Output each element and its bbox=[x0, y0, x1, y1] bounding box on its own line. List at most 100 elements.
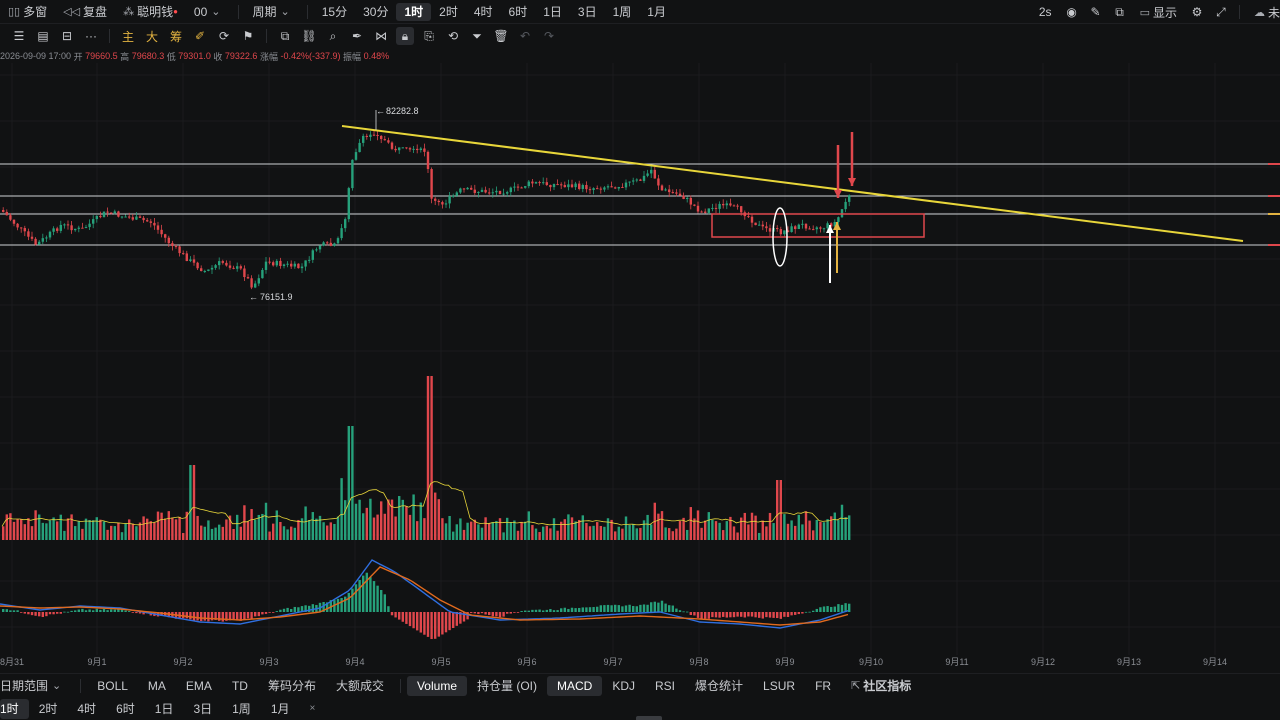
sub-indicator-6[interactable]: LSUR bbox=[753, 676, 805, 696]
sub-indicator-4[interactable]: RSI bbox=[645, 676, 685, 696]
date-range-dropdown[interactable]: 日期范围 ⌄ bbox=[0, 676, 74, 696]
bottom-timeframe-6[interactable]: 1周 bbox=[222, 699, 261, 719]
volume-bar bbox=[5, 514, 8, 540]
bottom-timeframe-3[interactable]: 6时 bbox=[106, 699, 145, 719]
display-button[interactable]: ▭ 显示 bbox=[1132, 0, 1185, 24]
camera-icon[interactable]: ◉ bbox=[1063, 3, 1081, 21]
chip-button[interactable]: 筹 bbox=[167, 27, 185, 45]
expand-icon[interactable]: ⤢ bbox=[1212, 3, 1230, 21]
timeframe-2[interactable]: 1时 bbox=[396, 2, 432, 21]
community-indicators-button[interactable]: ⇱ 社区指标 bbox=[841, 676, 921, 696]
candle-body bbox=[480, 189, 484, 192]
compare-icon[interactable]: ⊟ bbox=[58, 27, 76, 45]
infinity-dropdown[interactable]: 00 ⌄ bbox=[186, 0, 232, 24]
pen-icon[interactable]: ✎ bbox=[1087, 3, 1105, 21]
volume-bar bbox=[232, 528, 235, 540]
volume-bar bbox=[761, 520, 764, 540]
period-dropdown[interactable]: 周期 ⌄ bbox=[245, 0, 301, 24]
timeframe-8[interactable]: 1周 bbox=[605, 0, 640, 24]
close-button[interactable]: × bbox=[300, 699, 326, 719]
volume-bar bbox=[549, 528, 552, 540]
multi-window-button[interactable]: ▯▯ 多窗 bbox=[0, 0, 55, 24]
signal-icon[interactable]: ⚑ bbox=[239, 27, 257, 45]
candle-body bbox=[765, 226, 768, 229]
lock-icon[interactable]: 🔒︎ bbox=[396, 27, 414, 45]
redo-icon[interactable]: ↷ bbox=[540, 27, 558, 45]
copy-icon[interactable]: ⧉ bbox=[276, 27, 294, 45]
sub-indicator-7[interactable]: FR bbox=[805, 676, 841, 696]
timeframe-0[interactable]: 15分 bbox=[314, 0, 355, 24]
bottom-timeframe-2[interactable]: 4时 bbox=[67, 699, 106, 719]
smart-money-button[interactable]: ⁂ 聪明钱 ● bbox=[115, 0, 186, 24]
trash-icon[interactable]: 🗑︎ bbox=[492, 27, 510, 45]
replay-button[interactable]: ◁◁ 复盘 bbox=[55, 0, 115, 24]
macd-histogram-bar bbox=[34, 612, 37, 616]
main-force-button[interactable]: 主 bbox=[119, 27, 137, 45]
undo-icon[interactable]: ↶ bbox=[516, 27, 534, 45]
brush-icon[interactable]: ✒ bbox=[348, 27, 366, 45]
resize-handle[interactable] bbox=[636, 716, 662, 720]
macd-histogram-bar bbox=[596, 606, 599, 612]
indicator-2[interactable]: EMA bbox=[176, 676, 222, 696]
indicator-5[interactable]: 大额成交 bbox=[326, 676, 394, 696]
sub-indicator-5[interactable]: 爆仓统计 bbox=[685, 676, 753, 696]
macd-histogram-bar bbox=[423, 612, 426, 635]
macd-histogram-bar bbox=[27, 612, 30, 615]
indicator-0[interactable]: BOLL bbox=[87, 676, 138, 696]
indicator-4[interactable]: 筹码分布 bbox=[258, 676, 326, 696]
link-icon[interactable]: ⛓ bbox=[300, 27, 318, 45]
bottom-timeframe-7[interactable]: 1月 bbox=[261, 699, 300, 719]
bottom-timeframe-1[interactable]: 2时 bbox=[29, 699, 68, 719]
sub-indicator-1[interactable]: 持仓量 (OI) bbox=[467, 676, 547, 696]
popout-icon[interactable]: ⧉ bbox=[1111, 3, 1129, 21]
sync-icon[interactable]: ⟳ bbox=[215, 27, 233, 45]
edit-icon[interactable]: ✐ bbox=[191, 27, 209, 45]
volume-bar bbox=[156, 511, 160, 540]
magnet-icon[interactable]: ⋈ bbox=[372, 27, 390, 45]
layout-icon[interactable]: ▤ bbox=[34, 27, 52, 45]
low-price-label: 76151.9 bbox=[260, 292, 293, 302]
bottom-timeframe-4[interactable]: 1日 bbox=[145, 699, 184, 719]
candle-body bbox=[563, 185, 566, 188]
sub-indicator-3[interactable]: KDJ bbox=[602, 676, 645, 696]
price-chart[interactable]: ←← 8月31 9月1 9月2 9月3 9月4 9月5 9月6 9月7 9月8 9月9 9月10 9月… bbox=[0, 63, 1280, 673]
macd-histogram-bar bbox=[196, 612, 199, 621]
volume-bar bbox=[441, 518, 444, 540]
refresh-interval[interactable]: 2s bbox=[1031, 0, 1060, 24]
macd-histogram-bar bbox=[527, 610, 530, 612]
timeframe-4[interactable]: 4时 bbox=[466, 0, 501, 24]
timeframe-5[interactable]: 6时 bbox=[501, 0, 536, 24]
bottom-timeframe-5[interactable]: 3日 bbox=[183, 699, 222, 719]
candle-body bbox=[344, 219, 347, 229]
bottom-timeframe-0[interactable]: 1时 bbox=[0, 698, 29, 719]
more-icon[interactable]: ··· bbox=[82, 27, 100, 45]
candle-body bbox=[693, 204, 696, 206]
indicator-1[interactable]: MA bbox=[138, 676, 176, 696]
timeframe-9[interactable]: 1月 bbox=[639, 0, 674, 24]
indicator-settings-icon[interactable]: ☰ bbox=[10, 27, 28, 45]
save-icon[interactable]: ⎘ bbox=[420, 27, 438, 45]
filter-icon[interactable]: ⏷ bbox=[468, 27, 486, 45]
cloud-button[interactable]: ☁ 未 bbox=[1246, 0, 1280, 24]
chart-grid bbox=[0, 63, 1280, 655]
timeframe-6[interactable]: 1日 bbox=[535, 0, 570, 24]
magic-icon[interactable]: ⟲ bbox=[444, 27, 462, 45]
timeframe-7[interactable]: 3日 bbox=[570, 0, 605, 24]
candle-body bbox=[498, 190, 502, 194]
timeframe-3[interactable]: 2时 bbox=[431, 0, 466, 24]
macd-histogram-bar bbox=[434, 612, 437, 639]
top-toolbar: ▯▯ 多窗 ◁◁ 复盘 ⁂ 聪明钱 ● 00 ⌄ 周期 ⌄ 15分 30分 1时 2时 4时 6时 1日… bbox=[0, 0, 1280, 24]
candle-body bbox=[315, 249, 318, 251]
sub-indicator-0[interactable]: Volume bbox=[406, 675, 467, 696]
timeframe-1[interactable]: 30分 bbox=[355, 0, 396, 24]
candle-body bbox=[416, 148, 419, 151]
volume-bar bbox=[452, 531, 455, 540]
gear-icon[interactable]: ⚙ bbox=[1188, 3, 1206, 21]
sub-indicator-2[interactable]: MACD bbox=[547, 675, 603, 696]
zoom-icon[interactable]: ⌕ bbox=[324, 27, 342, 45]
volume-bar bbox=[624, 516, 628, 540]
macd-histogram-bar bbox=[682, 611, 685, 613]
macd-histogram-bar bbox=[614, 604, 617, 612]
big-order-button[interactable]: 大 bbox=[143, 27, 161, 45]
indicator-3[interactable]: TD bbox=[222, 676, 258, 696]
